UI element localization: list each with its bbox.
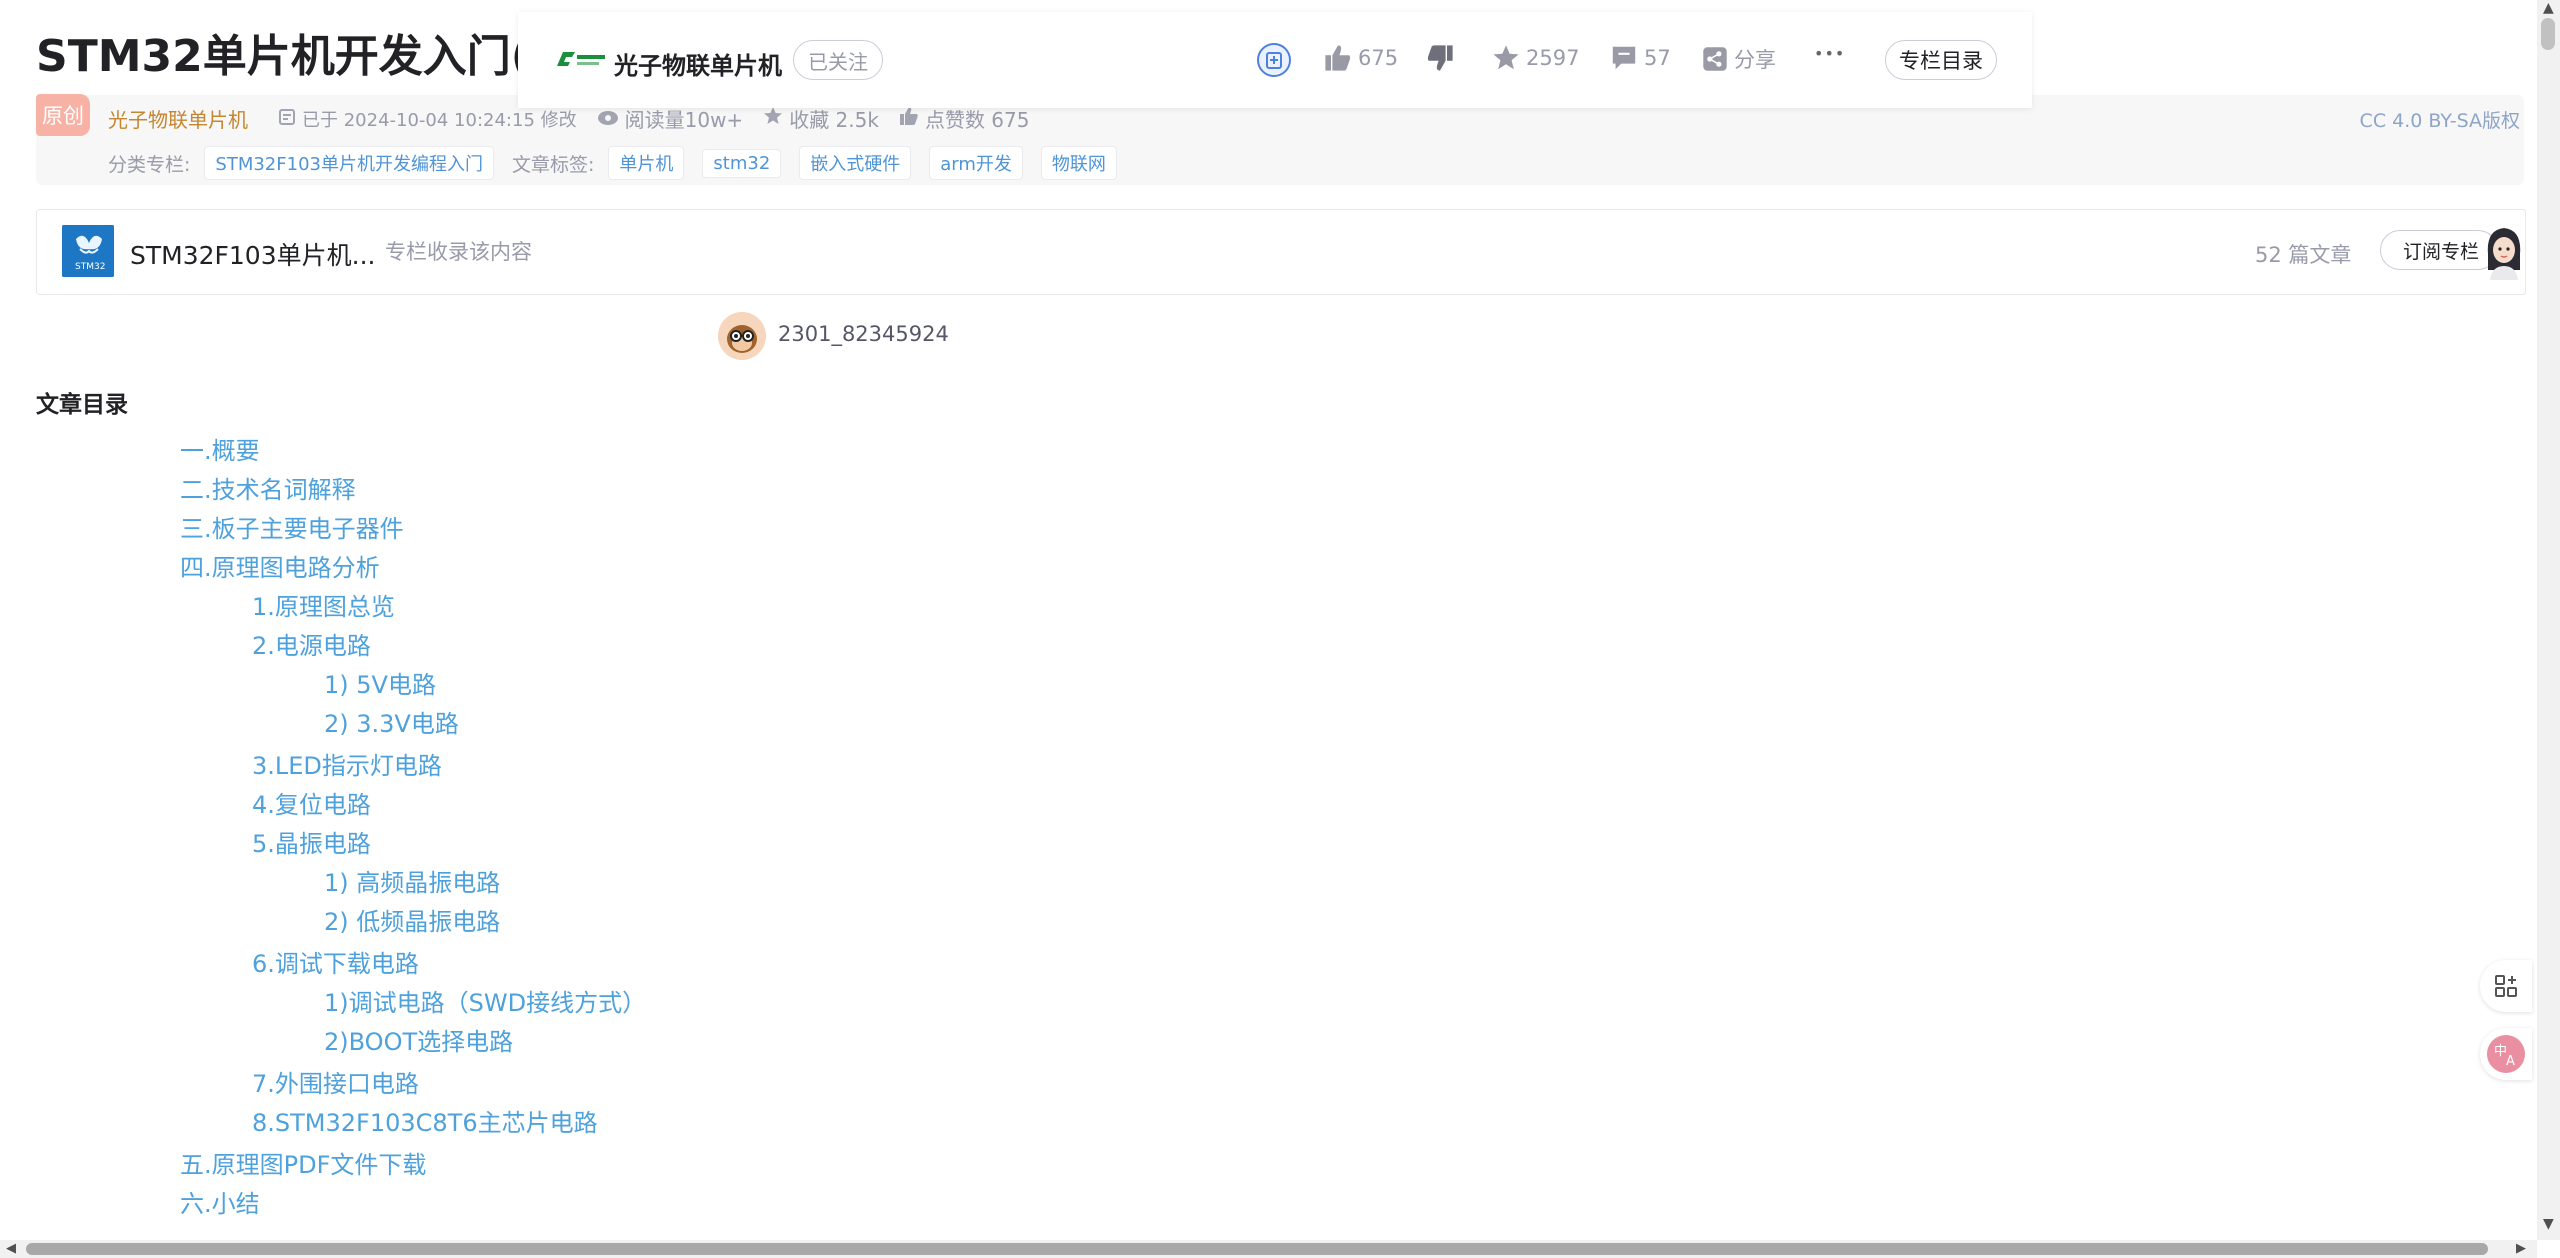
floatbar-comment[interactable]: 57 xyxy=(1610,44,1671,72)
article-meta: 光子物联单片机 已于 2024-10-04 10:24:15 修改 阅读量10w… xyxy=(108,104,1029,133)
follow-button[interactable]: 已关注 xyxy=(793,40,883,80)
original-badge: 原创 xyxy=(36,94,90,136)
toc-item[interactable]: 7.外围接口电路 xyxy=(252,1064,419,1099)
column-subtitle: 专栏收录该内容 xyxy=(385,240,532,264)
thumb-up-icon xyxy=(899,106,919,131)
floatbar-share[interactable]: 分享 xyxy=(1702,44,1776,74)
horizontal-scroll-thumb[interactable] xyxy=(26,1243,2488,1255)
favorite-count: 收藏 2.5k xyxy=(789,108,879,132)
toc-item[interactable]: 1)调试电路（SWD接线方式） xyxy=(324,983,646,1018)
floatbar-favorite[interactable]: 2597 xyxy=(1492,44,1579,72)
assistant-avatar[interactable] xyxy=(2482,224,2526,280)
scroll-left-icon[interactable]: ◀ xyxy=(6,1241,16,1256)
tag-item[interactable]: 单片机 xyxy=(608,146,685,180)
floatbar-author-name[interactable]: 光子物联单片机 xyxy=(614,46,782,81)
floatbar-comment-count: 57 xyxy=(1644,46,1671,70)
toc-item[interactable]: 2)BOOT选择电路 xyxy=(324,1022,513,1057)
author-link[interactable]: 光子物联单片机 xyxy=(108,104,248,133)
column-logo-text: STM32 xyxy=(75,262,105,272)
toc-item[interactable]: 2) 低频晶振电路 xyxy=(324,902,500,937)
share-icon xyxy=(1703,47,1727,71)
toc-item[interactable]: 一.概要 xyxy=(180,431,260,466)
column-logo[interactable]: STM32 xyxy=(62,225,114,277)
scroll-up-icon[interactable]: ▲ xyxy=(2543,0,2554,16)
author-logo[interactable] xyxy=(555,44,607,76)
scroll-right-icon[interactable]: ▶ xyxy=(2516,1241,2526,1256)
translate-button[interactable]: 中 A xyxy=(2480,1028,2532,1080)
commenter-avatar[interactable] xyxy=(718,312,766,360)
view-count: 阅读量10w+ xyxy=(624,108,744,132)
tags-label: 文章标签: xyxy=(511,153,595,176)
translate-icon: 中 A xyxy=(2487,1035,2525,1073)
tags-row: 分类专栏: STM32F103单片机开发编程入门 文章标签: 单片机 stm32… xyxy=(108,146,1135,180)
toc-item[interactable]: 4.复位电路 xyxy=(252,785,371,820)
like-count: 点赞数 675 xyxy=(924,108,1030,132)
column-catalog-button[interactable]: 专栏目录 xyxy=(1885,40,1997,80)
floatbar-favorite-count: 2597 xyxy=(1526,46,1580,70)
toc-item[interactable]: 5.晶振电路 xyxy=(252,824,371,859)
toc-item[interactable]: 1) 5V电路 xyxy=(324,665,436,700)
toc-item[interactable]: 1) 高频晶振电路 xyxy=(324,863,500,898)
eye-icon xyxy=(597,107,619,131)
modified-time: 已于 2024-10-04 10:24:15 修改 xyxy=(302,109,577,131)
thumb-down-icon xyxy=(1427,45,1453,71)
subscribe-column-button[interactable]: 订阅专栏 xyxy=(2380,230,2498,270)
tag-item[interactable]: stm32 xyxy=(702,148,782,178)
toc-item[interactable]: 8.STM32F103C8T6主芯片电路 xyxy=(252,1103,598,1138)
toc-item[interactable]: 2) 3.3V电路 xyxy=(324,704,459,739)
column-name[interactable]: STM32F103单片机... xyxy=(130,236,375,272)
toc-item[interactable]: 三.板子主要电子器件 xyxy=(180,509,404,544)
toc-item[interactable]: 五.原理图PDF文件下载 xyxy=(180,1145,426,1180)
toc-item[interactable]: 六.小结 xyxy=(180,1184,260,1219)
toc-item[interactable]: 6.调试下载电路 xyxy=(252,944,419,979)
sidebar-toggle-button[interactable] xyxy=(2480,960,2532,1012)
toc-item[interactable]: 二.技术名词解释 xyxy=(180,470,356,505)
commenter-name[interactable]: 2301_82345924 xyxy=(778,322,949,346)
toc-item[interactable]: 2.电源电路 xyxy=(252,626,371,661)
toc-title: 文章目录 xyxy=(36,392,128,418)
thumb-up-icon xyxy=(1325,45,1351,71)
comment-icon xyxy=(1612,46,1636,70)
vertical-scrollbar[interactable] xyxy=(2537,0,2560,1240)
column-article-count: 52 篇文章 xyxy=(2255,243,2352,267)
floatbar-like-count: 675 xyxy=(1358,46,1399,70)
floatbar-share-label: 分享 xyxy=(1734,48,1776,72)
tag-item[interactable]: 物联网 xyxy=(1040,146,1117,180)
grid-add-icon xyxy=(2495,975,2517,997)
scroll-down-icon[interactable]: ▼ xyxy=(2543,1216,2554,1232)
category-label: 分类专栏: xyxy=(108,153,191,176)
floatbar-like[interactable]: 675 xyxy=(1324,44,1398,72)
toc-item[interactable]: 3.LED指示灯电路 xyxy=(252,746,442,781)
more-icon[interactable]: ••• xyxy=(1814,44,1845,63)
tag-item[interactable]: 嵌入式硬件 xyxy=(799,146,912,180)
tag-item[interactable]: arm开发 xyxy=(929,146,1023,180)
svg-text:A: A xyxy=(2506,1054,2515,1069)
article-title: STM32单片机开发入门(一 xyxy=(36,31,575,82)
vertical-scroll-thumb[interactable] xyxy=(2541,18,2555,50)
star-icon xyxy=(1493,45,1519,70)
toc-item[interactable]: 1.原理图总览 xyxy=(252,587,395,622)
add-to-favorites-icon[interactable] xyxy=(1256,42,1292,78)
floatbar-dislike[interactable] xyxy=(1426,44,1460,72)
toc-item[interactable]: 四.原理图电路分析 xyxy=(180,548,380,583)
license-link[interactable]: CC 4.0 BY-SA版权 xyxy=(2360,106,2520,133)
edit-icon xyxy=(278,107,296,131)
category-tag[interactable]: STM32F103单片机开发编程入门 xyxy=(204,146,494,180)
star-icon xyxy=(763,106,783,131)
